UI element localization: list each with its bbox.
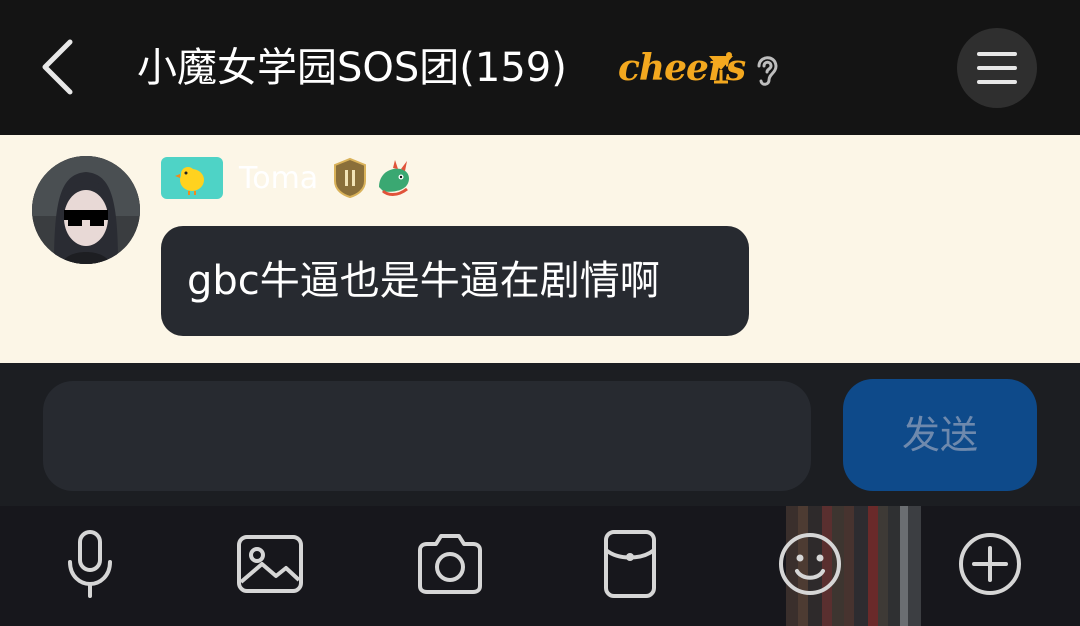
more-button[interactable]: [950, 524, 1030, 604]
level-badge: [161, 157, 223, 199]
menu-icon: [977, 52, 1017, 84]
medal-icon: [334, 157, 366, 199]
message-list: Toma gbc牛逼也是牛逼在剧情啊: [0, 135, 1080, 363]
back-arrow-icon: [42, 39, 73, 95]
photo-button[interactable]: [230, 524, 310, 604]
message-input[interactable]: [43, 381, 811, 491]
microphone-icon: [68, 530, 112, 598]
sender-name[interactable]: Toma: [239, 159, 318, 199]
emoji-icon: [779, 533, 841, 595]
ear-icon[interactable]: [752, 50, 782, 88]
voice-button[interactable]: [50, 524, 130, 604]
red-packet-button[interactable]: [590, 524, 670, 604]
image-icon: [237, 535, 303, 593]
back-button[interactable]: [30, 34, 90, 100]
red-packet-icon: [604, 530, 656, 598]
emoji-button[interactable]: [770, 524, 850, 604]
chat-header: 小魔女学园SOS团(159) cheers: [0, 0, 1080, 135]
avatar[interactable]: [32, 156, 140, 264]
cocktail-glass-icon: [709, 52, 733, 84]
composer-toolbar: [0, 506, 1080, 626]
dragon-icon: [379, 160, 409, 196]
send-button[interactable]: 发送: [843, 379, 1037, 491]
message-text: gbc牛逼也是牛逼在剧情啊: [187, 258, 660, 304]
camera-button[interactable]: [410, 524, 490, 604]
chat-title[interactable]: 小魔女学园SOS团(159): [137, 40, 567, 96]
message-bubble[interactable]: gbc牛逼也是牛逼在剧情啊: [161, 226, 749, 336]
camera-icon: [418, 534, 482, 594]
plus-icon: [959, 533, 1021, 595]
composer: 发送: [0, 363, 1080, 506]
avatar-image: [32, 156, 140, 264]
chick-icon: [175, 167, 204, 195]
menu-button[interactable]: [957, 28, 1037, 108]
